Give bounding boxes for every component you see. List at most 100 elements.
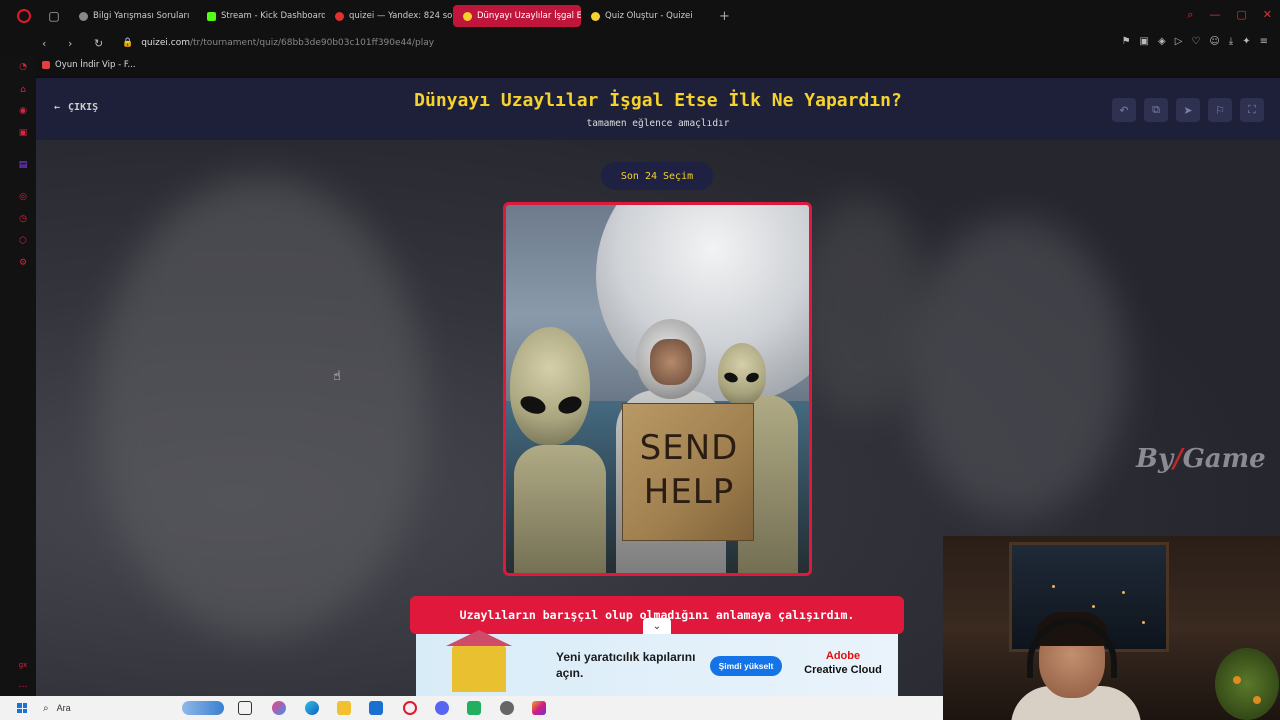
sign-line-1: SEND [639, 428, 739, 468]
maximize-icon[interactable]: ▢ [1236, 8, 1246, 22]
bookmark-item[interactable]: Oyun İndir Vip - F... [42, 60, 136, 70]
background-alien-left [96, 178, 426, 638]
undo-icon[interactable]: ↶ [1112, 98, 1136, 122]
ad-brand: Adobe Creative Cloud [798, 649, 888, 677]
file-explorer-icon[interactable] [337, 701, 351, 715]
tab-label: quizei — Yandex: 824 son [349, 11, 453, 21]
background-alien-mid [796, 198, 926, 418]
heart-icon[interactable]: ♡ [1191, 36, 1200, 47]
sign-text: SEND HELP [623, 426, 755, 514]
sidebar-settings-icon[interactable]: ⚙ [18, 258, 28, 268]
city-light [1142, 621, 1145, 624]
tab-yandex[interactable]: quizei — Yandex: 824 son [325, 5, 453, 27]
back-icon[interactable]: ‹ [42, 37, 54, 50]
fullscreen-icon[interactable]: ⛶ [1240, 98, 1264, 122]
sidebar-history-icon[interactable]: ◷ [18, 214, 28, 224]
alien-eye [518, 393, 548, 417]
sidebar-bag-icon[interactable]: ⌂ [18, 85, 28, 95]
discord-icon[interactable] [435, 701, 449, 715]
profile-icon[interactable]: ☺ [1209, 36, 1219, 47]
alien-head-left [510, 327, 590, 445]
send-icon[interactable]: ➤ [1176, 98, 1200, 122]
ad-collapse-icon[interactable]: ⌄ [643, 618, 671, 634]
sidebar-more-icon[interactable]: … [18, 680, 28, 690]
quiz-title: Dünyayı Uzaylılar İşgal Etse İlk Ne Yapa… [414, 90, 902, 111]
address-bar: ‹ › ↻ 🔒 quizei.com/tr/tournament/quiz/68… [0, 32, 1280, 54]
webcam-overlay [943, 536, 1280, 720]
new-tab-button[interactable]: + [719, 9, 730, 24]
copilot-icon[interactable] [272, 701, 286, 715]
url-path: /tr/tournament/quiz/68bb3de90b03c101ff39… [189, 38, 435, 48]
settings-icon[interactable] [500, 701, 514, 715]
tab-kick[interactable]: Stream - Kick Dashboard [197, 5, 325, 27]
mail-icon[interactable] [369, 701, 383, 715]
bookmarks-bar: Oyun İndir Vip - F... [0, 54, 1280, 76]
tab-label: Stream - Kick Dashboard [221, 11, 325, 21]
menu-icon[interactable]: ≡ [1260, 36, 1268, 47]
tab-label: Bilgi Yarışması Soruları [93, 11, 190, 21]
tab-list-icon[interactable]: ▢ [45, 7, 63, 25]
edge-icon[interactable] [305, 701, 319, 715]
ai-icon[interactable]: ✦ [1242, 36, 1250, 47]
city-light [1122, 591, 1125, 594]
shield-icon[interactable]: ◈ [1158, 36, 1166, 47]
sidebar-twitch-icon[interactable]: ▤ [18, 160, 28, 170]
alien-head-right [718, 343, 766, 405]
ad-brand-line-1: Adobe [825, 650, 861, 662]
opera-logo-icon[interactable] [17, 9, 31, 23]
url-field[interactable]: quizei.com/tr/tournament/quiz/68bb3de90b… [141, 38, 434, 48]
snapshot-icon[interactable]: ▣ [1140, 36, 1149, 47]
windows-start-icon[interactable] [17, 703, 27, 713]
flag-icon[interactable]: ⚐ [1208, 98, 1232, 122]
tab-bilgi[interactable]: Bilgi Yarışması Soruları [69, 5, 197, 27]
alien-body-left [514, 445, 606, 573]
moon-image [596, 205, 809, 405]
search-tabs-icon[interactable]: ⌕ [1187, 8, 1193, 22]
sidebar-extensions-icon[interactable]: ⬡ [18, 236, 28, 246]
quiz-header: ← ÇIKIŞ Dünyayı Uzaylılar İşgal Etse İlk… [36, 78, 1280, 140]
mouse-cursor-icon: ☝ [333, 369, 341, 384]
city-light [1052, 585, 1055, 588]
tab-favicon-icon [463, 11, 472, 21]
play-icon[interactable]: ▷ [1175, 36, 1183, 47]
watermark-slash: / [1173, 444, 1183, 474]
instagram-icon[interactable] [532, 701, 546, 715]
sign-line-2: HELP [643, 472, 735, 512]
sidebar-player-icon[interactable]: ◎ [18, 192, 28, 202]
bookmark-label: Oyun İndir Vip - F... [55, 60, 136, 70]
sidebar-messenger-icon[interactable]: ◉ [18, 106, 28, 116]
choice-image-card[interactable]: SEND HELP [503, 202, 812, 576]
url-host: quizei.com [141, 38, 190, 48]
watermark-left: By [1136, 444, 1174, 474]
ad-cta-button[interactable]: Şimdi yükselt [710, 656, 782, 676]
tab-favicon-icon [591, 11, 600, 21]
download-icon[interactable]: ⤓ [1229, 36, 1233, 47]
share-icon[interactable]: ⧉ [1144, 98, 1168, 122]
bookmark-icon[interactable]: ⚑ [1122, 36, 1131, 47]
lock-icon: 🔒 [122, 38, 134, 48]
watermark-right: Game [1182, 444, 1266, 474]
sidebar-gx-icon[interactable]: gx [18, 660, 28, 670]
taskbar-search[interactable]: Ara [57, 703, 71, 713]
alien-eye [744, 371, 761, 384]
sidebar-home-icon[interactable]: ◔ [18, 62, 28, 72]
app-icon[interactable] [467, 701, 481, 715]
stream-watermark-logo: By/Game [1136, 444, 1266, 474]
minimize-icon[interactable]: — [1209, 8, 1220, 22]
tab-quiz-create[interactable]: Quiz Oluştur - Quizei [581, 5, 709, 27]
task-view-icon[interactable] [238, 701, 252, 715]
quiz-subtitle: tamamen eğlence amaçlıdır [586, 118, 730, 129]
forward-icon[interactable]: › [68, 37, 80, 50]
city-light [1092, 605, 1095, 608]
sidebar-chat-icon[interactable]: ▣ [18, 128, 28, 138]
windows-taskbar: ⌕ Ara [0, 696, 943, 720]
tab-quiz-active[interactable]: Dünyayı Uzaylılar İşgal Ets [453, 5, 581, 27]
weather-widget-icon[interactable] [182, 701, 224, 715]
adobe-ad-banner[interactable]: Yeni yaratıcılık kapılarını açın. Şimdi … [416, 630, 898, 696]
opera-taskbar-icon[interactable] [403, 701, 417, 715]
close-icon[interactable]: ✕ [1263, 8, 1272, 22]
reload-icon[interactable]: ↻ [94, 37, 106, 50]
tab-favicon-icon [207, 11, 216, 21]
header-actions: ↶ ⧉ ➤ ⚐ ⛶ [1112, 98, 1264, 122]
search-icon[interactable]: ⌕ [43, 703, 49, 714]
